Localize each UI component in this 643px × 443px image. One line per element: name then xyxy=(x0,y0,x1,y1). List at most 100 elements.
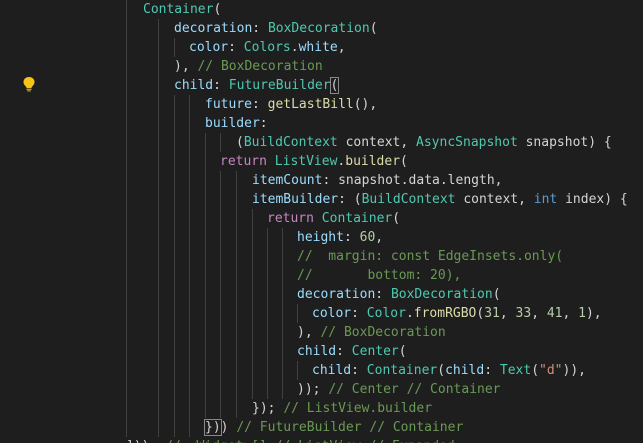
code-line[interactable]: (BuildContext context, AsyncSnapshot sna… xyxy=(0,133,643,152)
code-token: : xyxy=(351,363,367,378)
indent-guide xyxy=(189,380,190,399)
code-text[interactable]: future: getLastBill(), xyxy=(205,95,377,114)
indent-guide xyxy=(220,133,221,152)
code-text[interactable]: Container( xyxy=(143,0,221,19)
code-line[interactable]: // bottom: 20), xyxy=(0,266,643,285)
code-text[interactable]: (BuildContext context, AsyncSnapshot sna… xyxy=(236,133,612,152)
code-line[interactable]: ), // BoxDecoration xyxy=(0,323,643,342)
code-token: // margin: const EdgeInsets.only( xyxy=(297,249,564,264)
code-token: color xyxy=(189,40,229,55)
indent-guide xyxy=(174,171,175,190)
indent-guide xyxy=(158,418,159,437)
indent-guide xyxy=(282,228,283,247)
code-line[interactable]: child: Center( xyxy=(0,342,643,361)
indent-guide xyxy=(174,152,175,171)
indent-guide xyxy=(236,304,237,323)
code-text[interactable]: ])); // <Widget>[] // ListView // Expand… xyxy=(126,437,455,443)
code-line[interactable]: ), // BoxDecoration xyxy=(0,57,643,76)
code-text[interactable]: decoration: BoxDecoration( xyxy=(297,285,501,304)
code-line[interactable]: decoration: BoxDecoration( xyxy=(0,285,643,304)
indent-guide xyxy=(252,247,253,266)
code-text[interactable]: child: FutureBuilder( xyxy=(174,76,340,95)
indent-guide xyxy=(267,361,268,380)
code-text[interactable]: ), // BoxDecoration xyxy=(174,57,323,76)
indent-guide xyxy=(282,285,283,304)
code-text[interactable]: color: Colors.white, xyxy=(189,38,346,57)
code-text[interactable]: ), // BoxDecoration xyxy=(297,323,446,342)
code-text[interactable]: return Container( xyxy=(267,209,400,228)
code-text[interactable]: // bottom: 20), xyxy=(297,266,461,285)
code-line[interactable]: ])); // <Widget>[] // ListView // Expand… xyxy=(0,437,643,443)
indent-guide xyxy=(267,342,268,361)
code-text[interactable]: builder: xyxy=(205,114,268,133)
indent-guide xyxy=(236,361,237,380)
code-text[interactable]: return ListView.builder( xyxy=(220,152,408,171)
code-token: )), xyxy=(562,363,586,378)
code-token: snapshot) { xyxy=(517,135,612,150)
code-token: ( xyxy=(400,154,408,169)
code-text[interactable]: decoration: BoxDecoration( xyxy=(174,19,378,38)
indent-guide xyxy=(158,266,159,285)
code-token: : xyxy=(375,287,391,302)
indent-guide xyxy=(158,114,159,133)
code-token: ( xyxy=(437,363,446,378)
code-token: builder xyxy=(205,116,260,131)
code-line[interactable]: builder: xyxy=(0,114,643,133)
code-token: future xyxy=(205,97,252,112)
indent-guide xyxy=(174,323,175,342)
code-line[interactable]: color: Color.fromRGBO(31, 33, 41, 1), xyxy=(0,304,643,323)
code-line[interactable]: height: 60, xyxy=(0,228,643,247)
code-line[interactable]: color: Colors.white, xyxy=(0,38,643,57)
code-text[interactable]: height: 60, xyxy=(297,228,383,247)
indent-guide xyxy=(236,266,237,285)
code-token: , xyxy=(531,306,547,321)
code-text[interactable]: itemBuilder: (BuildContext context, int … xyxy=(252,190,628,209)
code-line[interactable]: itemCount: snapshot.data.length, xyxy=(0,171,643,190)
code-token: Colors xyxy=(243,40,291,55)
code-token: // ListView.builder xyxy=(283,401,433,416)
code-token: // Center // Container xyxy=(328,382,501,397)
code-text[interactable]: child: Container(child: Text("d")), xyxy=(312,361,586,380)
indent-guide xyxy=(282,266,283,285)
indent-guide xyxy=(205,228,206,247)
indent-guide xyxy=(205,266,206,285)
code-text[interactable]: child: Center( xyxy=(297,342,407,361)
code-line[interactable]: return Container( xyxy=(0,209,643,228)
code-line[interactable]: }); // ListView.builder xyxy=(0,399,643,418)
code-text[interactable]: )); // Center // Container xyxy=(297,380,501,399)
code-line[interactable]: )); // Center // Container xyxy=(0,380,643,399)
code-line[interactable]: })) // FutureBuilder // Container xyxy=(0,418,643,437)
code-line[interactable]: itemBuilder: (BuildContext context, int … xyxy=(0,190,643,209)
code-line[interactable]: Container( xyxy=(0,0,643,19)
code-line[interactable]: return ListView.builder( xyxy=(0,152,643,171)
indent-guide xyxy=(126,399,127,418)
indent-guide xyxy=(174,133,175,152)
indent-guide xyxy=(189,323,190,342)
indent-guide xyxy=(126,190,127,209)
code-line[interactable]: // margin: const EdgeInsets.only( xyxy=(0,247,643,266)
code-token: Color xyxy=(366,306,406,321)
code-token: Text xyxy=(499,363,532,378)
code-line[interactable]: child: Container(child: Text("d")), xyxy=(0,361,643,380)
code-editor[interactable]: Container(decoration: BoxDecoration(colo… xyxy=(0,0,643,443)
code-text[interactable]: })) // FutureBuilder // Container xyxy=(204,418,463,437)
code-line[interactable]: future: getLastBill(), xyxy=(0,95,643,114)
indent-guide xyxy=(126,133,127,152)
code-line[interactable]: decoration: BoxDecoration( xyxy=(0,19,643,38)
code-token: child xyxy=(312,363,352,378)
code-line[interactable]: child: FutureBuilder( xyxy=(0,76,643,95)
indent-guide xyxy=(282,380,283,399)
code-text[interactable]: itemCount: snapshot.data.length, xyxy=(252,171,502,190)
indent-guide xyxy=(205,285,206,304)
indent-guide xyxy=(189,190,190,209)
indent-guide xyxy=(205,380,206,399)
indent-guide xyxy=(220,304,221,323)
indent-guide xyxy=(220,342,221,361)
indent-guide xyxy=(158,57,159,76)
code-text[interactable]: }); // ListView.builder xyxy=(252,399,432,418)
indent-guide xyxy=(126,247,127,266)
indent-guide xyxy=(174,190,175,209)
code-text[interactable]: // margin: const EdgeInsets.only( xyxy=(297,247,563,266)
code-text[interactable]: color: Color.fromRGBO(31, 33, 41, 1), xyxy=(312,304,602,323)
indent-guide xyxy=(158,304,159,323)
